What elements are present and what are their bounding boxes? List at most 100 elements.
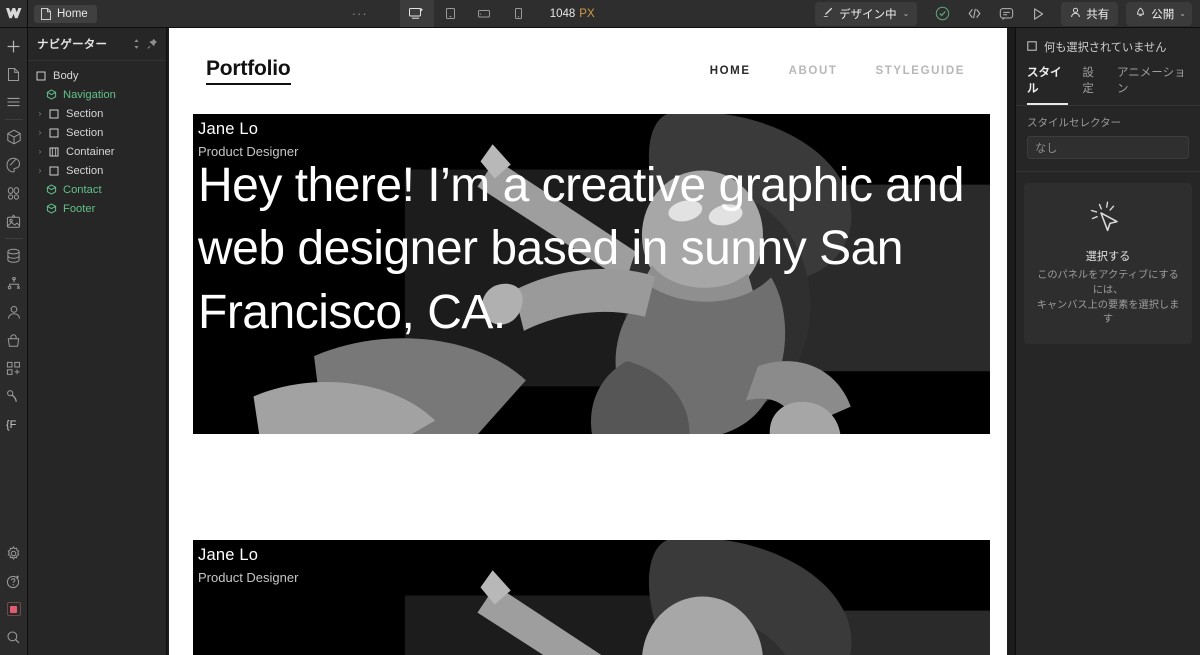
ecommerce-basket-icon[interactable] — [0, 326, 28, 354]
interactions-icon[interactable] — [0, 382, 28, 410]
chevron-right-icon[interactable]: › — [36, 109, 44, 118]
page-more-icon[interactable]: ··· — [348, 0, 372, 27]
main-row: {F ナビゲーター Body Navigation › Section › Se… — [0, 28, 1200, 655]
left-toolbar: {F — [0, 28, 28, 655]
tree-item[interactable]: › Section — [28, 123, 166, 142]
tree-item[interactable]: Contact — [28, 180, 166, 199]
rocket-icon — [1135, 6, 1146, 21]
design-mode-chip[interactable]: デザイン中 ⌄ — [815, 1, 918, 26]
tree-item-label: Contact — [63, 183, 102, 196]
tree-item[interactable]: › Section — [28, 104, 166, 123]
audit-check-icon[interactable] — [927, 2, 957, 26]
hero-name: Jane Lo — [198, 120, 259, 138]
publish-label: 公開 — [1151, 8, 1175, 21]
navigator-tree: Body Navigation › Section › Section › Co… — [28, 61, 166, 218]
search-icon[interactable] — [0, 623, 28, 651]
tree-item-label: Section — [66, 126, 104, 139]
component-icon — [46, 203, 58, 214]
sort-arrows-icon[interactable] — [132, 38, 141, 50]
publish-button[interactable]: 公開 ⌄ — [1126, 1, 1192, 26]
topbar-actions: デザイン中 ⌄ 共有 公開 ⌄ — [815, 0, 1200, 27]
add-elements-icon[interactable] — [0, 32, 28, 60]
page-tab-home[interactable]: Home — [34, 4, 97, 23]
breakpoint-desktop[interactable] — [399, 0, 434, 27]
component-icon — [46, 184, 58, 195]
webflow-logo-icon[interactable] — [0, 0, 28, 27]
style-selector-input[interactable]: なし — [1027, 136, 1189, 159]
chevron-down-icon: ⌄ — [1179, 9, 1186, 18]
chevron-right-icon[interactable]: › — [36, 166, 44, 175]
hero-person-label-second: Jane Lo Product Designer — [198, 546, 298, 585]
nav-link-about[interactable]: ABOUT — [789, 65, 838, 77]
chevron-right-icon[interactable]: › — [36, 147, 44, 156]
page-tab-group: Home — [28, 0, 103, 27]
tree-item[interactable]: Footer — [28, 199, 166, 218]
breakpoint-mobile-portrait[interactable] — [502, 0, 536, 27]
hero-section-second[interactable]: Jane Lo Product Designer — [193, 540, 990, 655]
navigator-icon[interactable] — [0, 88, 28, 116]
nav-link-styleguide[interactable]: STYLEGUIDE — [876, 65, 965, 77]
page-icon — [41, 7, 51, 20]
panel-tabs: スタイル 設定 アニメーション — [1016, 64, 1200, 105]
rail-bottom-group — [0, 539, 28, 655]
selection-status: 何も選択されていません — [1016, 28, 1200, 64]
tree-item[interactable]: Body — [28, 66, 166, 85]
chevron-right-icon[interactable]: › — [36, 128, 44, 137]
rail-divider — [4, 238, 23, 239]
navigator-header: ナビゲーター — [28, 28, 166, 61]
svg-text:{F: {F — [6, 419, 17, 431]
hero-name-second: Jane Lo — [198, 546, 259, 564]
components-icon[interactable] — [0, 123, 28, 151]
recording-icon[interactable] — [0, 595, 28, 623]
breakpoint-tablet[interactable] — [434, 0, 468, 27]
top-bar: Home ··· 1048 PX デザイン中 ⌄ 共有 公開 ⌄ — [0, 0, 1200, 28]
design-canvas[interactable]: Portfolio HOME ABOUT STYLEGUIDE Jane Lo … — [167, 28, 1015, 655]
code-icon[interactable] — [959, 2, 989, 26]
hero-headline[interactable]: Hey there! I’m a creative graphic and we… — [198, 154, 980, 344]
assets-image-icon[interactable] — [0, 207, 28, 235]
tab-settings[interactable]: 設定 — [1082, 64, 1103, 105]
tree-item-label: Body — [53, 69, 79, 82]
site-navigation: Portfolio HOME ABOUT STYLEGUIDE — [169, 28, 1007, 114]
breakpoint-mobile-landscape[interactable] — [468, 0, 502, 27]
help-icon[interactable] — [0, 567, 28, 595]
users-icon[interactable] — [0, 298, 28, 326]
hero-section[interactable]: Jane Lo Product Designer Hey there! I’m … — [193, 114, 990, 434]
page-tab-label: Home — [57, 7, 88, 20]
style-panel: 何も選択されていません スタイル 設定 アニメーション スタイルセレクター なし — [1015, 28, 1200, 655]
pages-icon[interactable] — [0, 60, 28, 88]
tree-item-label: Section — [66, 164, 104, 177]
tree-item[interactable]: › Section — [28, 161, 166, 180]
site-nav-links: HOME ABOUT STYLEGUIDE — [710, 65, 983, 77]
site-brand[interactable]: Portfolio — [206, 57, 291, 85]
settings-gear-icon[interactable] — [0, 539, 28, 567]
tab-style[interactable]: スタイル — [1027, 64, 1069, 105]
navigator-panel: ナビゲーター Body Navigation › Section › Secti… — [28, 28, 167, 655]
chevron-down-icon: ⌄ — [902, 9, 910, 18]
navigator-title: ナビゲーター — [37, 39, 108, 51]
nav-link-home[interactable]: HOME — [710, 65, 751, 77]
empty-state-title: 選択する — [1085, 251, 1131, 263]
cursor-click-icon — [1034, 199, 1182, 241]
code-export-icon[interactable]: {F — [0, 410, 28, 438]
tab-animation[interactable]: アニメーション — [1117, 64, 1189, 105]
comment-icon[interactable] — [991, 2, 1021, 26]
apps-icon[interactable] — [0, 354, 28, 382]
variables-icon[interactable] — [0, 179, 28, 207]
viewport-width: 1048 — [549, 7, 576, 20]
logic-icon[interactable] — [0, 270, 28, 298]
style-manager-icon[interactable] — [0, 151, 28, 179]
tree-item[interactable]: › Container — [28, 142, 166, 161]
preview-icon[interactable] — [1023, 2, 1053, 26]
cms-database-icon[interactable] — [0, 242, 28, 270]
box-icon — [36, 71, 48, 81]
empty-state-line1: このパネルをアクティブにするには、 — [1037, 270, 1179, 296]
hero-role: Product Designer — [198, 144, 299, 159]
pin-icon[interactable] — [147, 38, 158, 50]
share-label: 共有 — [1086, 8, 1110, 21]
share-button[interactable]: 共有 — [1061, 1, 1119, 26]
page-preview[interactable]: Portfolio HOME ABOUT STYLEGUIDE Jane Lo … — [169, 28, 1007, 655]
box-icon — [49, 166, 61, 176]
tree-item[interactable]: Navigation — [28, 85, 166, 104]
